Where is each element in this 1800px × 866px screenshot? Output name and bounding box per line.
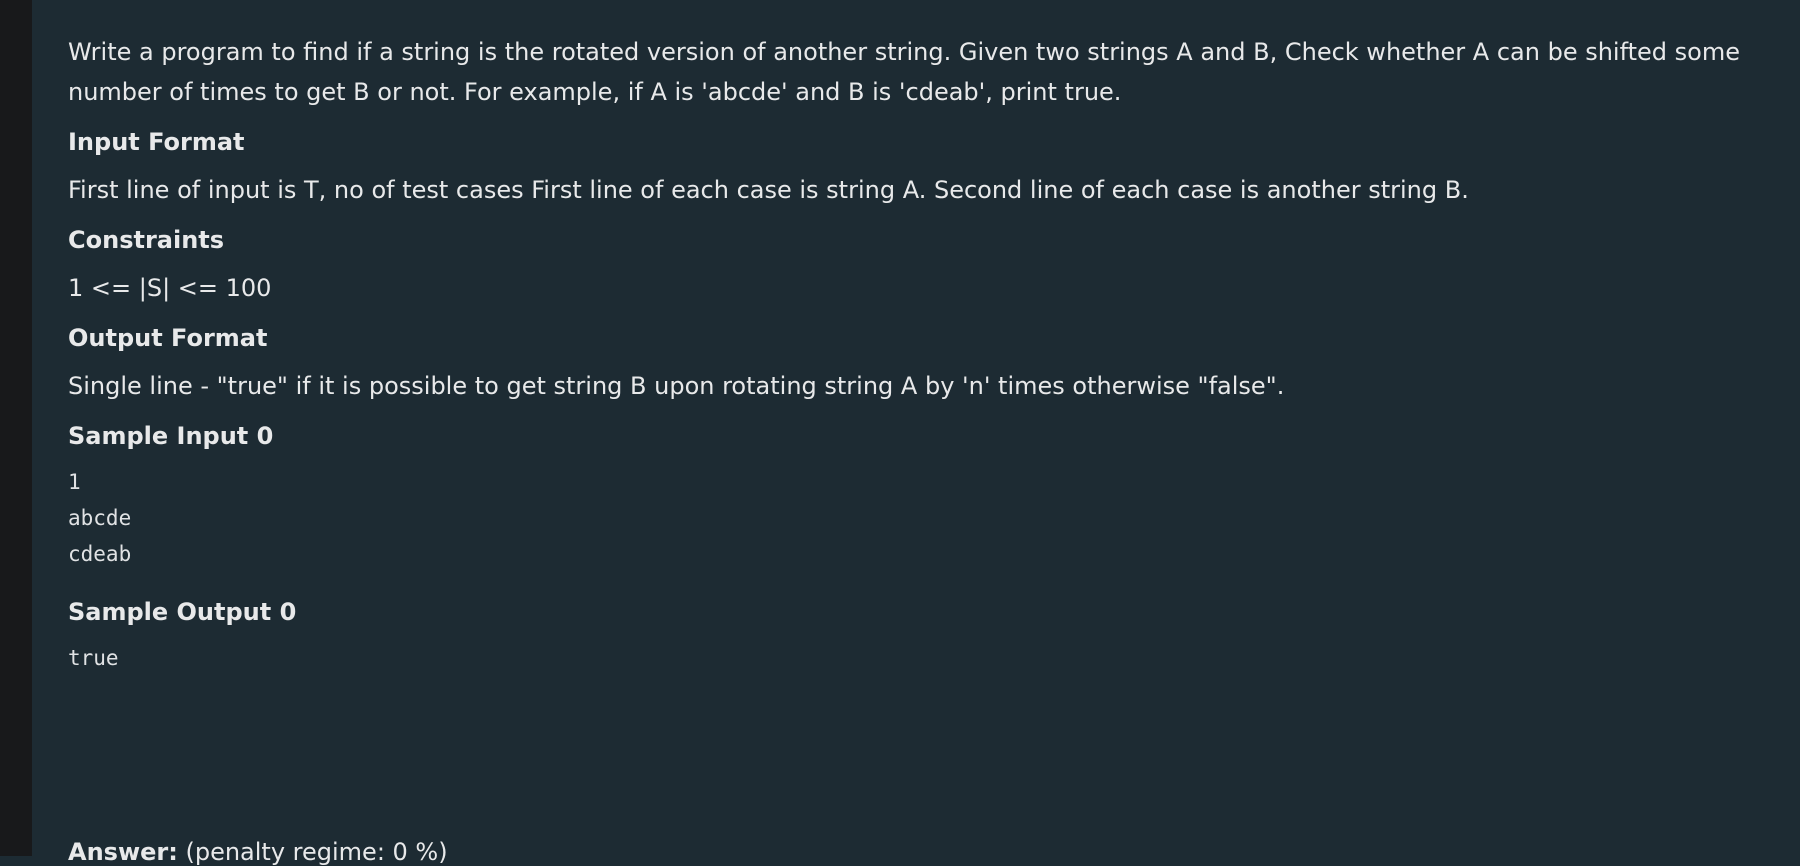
input-format-text: First line of input is T, no of test cas… (68, 176, 1469, 204)
output-format-text: Single line - "true" if it is possible t… (68, 372, 1285, 400)
constraints-heading: Constraints (68, 226, 225, 254)
sample-input-block: 1 abcde cdeab (68, 470, 132, 566)
left-margin-strip (0, 0, 32, 856)
penalty-regime-text: (penalty regime: 0 %) (185, 838, 448, 866)
answer-label: Answer: (68, 838, 178, 866)
answer-row: Answer: (penalty regime: 0 %) (68, 838, 448, 866)
sample-input-heading: Sample Input 0 (68, 422, 274, 450)
problem-description: Write a program to find if a string is t… (68, 38, 1740, 106)
question-panel: Write a program to find if a string is t… (32, 0, 1800, 866)
sample-output-block: true (68, 646, 119, 670)
output-format-heading: Output Format (68, 324, 268, 352)
input-format-heading: Input Format (68, 128, 245, 156)
question-text: Write a program to find if a string is t… (32, 0, 1768, 676)
constraints-text: 1 <= |S| <= 100 (68, 274, 272, 302)
sample-output-heading: Sample Output 0 (68, 598, 297, 626)
